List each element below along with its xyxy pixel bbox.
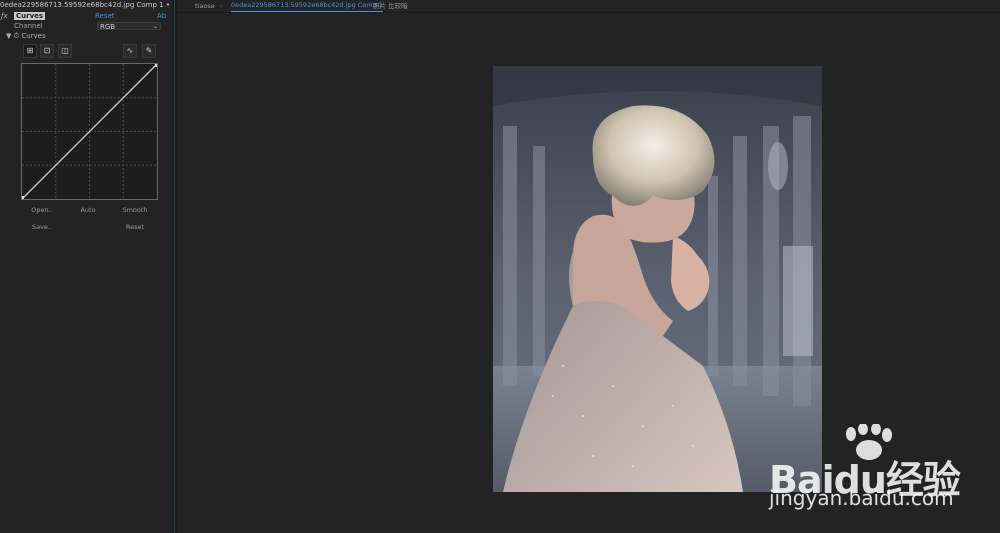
pencil-icon: ✎ [145, 46, 153, 55]
bezier-curve-icon: ∿ [126, 46, 134, 55]
panel-header: 0edea229586713.59592e68bc42d.jpg Comp 1 … [0, 0, 172, 10]
curves-graph[interactable] [21, 63, 158, 200]
effect-about-link[interactable]: Ab [157, 11, 166, 21]
stopwatch-icon[interactable]: ⏱ [14, 32, 19, 40]
panel-header-title: 0edea229586713.59592e68bc42d.jpg Comp 1 … [0, 1, 172, 9]
pencil-tool-button[interactable]: ✎ [142, 44, 156, 58]
grid-size-large-button[interactable]: ◫ [58, 44, 72, 58]
channel-value: RGB [100, 23, 116, 31]
fx-icon[interactable]: ƒx [1, 11, 8, 21]
tab-photo-dark[interactable]: 照片 比较暗 [373, 0, 408, 12]
curve-endpoint-bottom[interactable] [22, 196, 24, 199]
watermark-url: jingyan.baidu.com [769, 486, 954, 510]
grid-large-icon: ◫ [61, 46, 69, 55]
grid-size-medium-button[interactable]: ⊡ [40, 44, 54, 58]
panel-divider-accent [174, 0, 175, 533]
reset-button[interactable]: Reset [115, 222, 155, 233]
chevron-down-icon: ⌄ [152, 23, 158, 30]
channel-label: Channel [14, 22, 43, 30]
curve-tool-button[interactable]: ∿ [123, 44, 137, 58]
curves-property-label: Curves [21, 32, 46, 40]
tab-comp-1[interactable]: 0edea229586713.59592e68bc42d.jpg Comp 1 [231, 0, 383, 12]
chevron-left-icon[interactable]: ‹ [364, 0, 367, 12]
baidu-watermark: Baidu经验 jingyan.baidu.com [769, 424, 989, 514]
grid-medium-icon: ⊡ [43, 46, 51, 55]
effect-name[interactable]: Curves [14, 12, 46, 20]
save-button[interactable]: Save.. [22, 222, 62, 233]
grid-size-small-button[interactable]: ⊞ [23, 44, 37, 58]
disclosure-triangle-icon[interactable]: ▼ [6, 32, 11, 40]
effect-row[interactable]: ƒx Curves Reset Ab [0, 11, 172, 21]
curves-property-row[interactable]: ▼ ⏱ Curves [6, 31, 106, 41]
curve-endpoint-top[interactable] [155, 64, 157, 67]
effect-controls-panel: 0edea229586713.59592e68bc42d.jpg Comp 1 … [0, 0, 172, 533]
chevron-left-icon[interactable]: ‹ [220, 0, 223, 12]
channel-row: Channel RGB ⌄ [0, 21, 172, 31]
grid-small-icon: ⊞ [26, 46, 34, 55]
composition-tab-bar: tiaose ‹ 0edea229586713.59592e68bc42d.jp… [177, 0, 1000, 13]
smooth-button[interactable]: Smooth [115, 205, 155, 216]
effect-reset-link[interactable]: Reset [95, 11, 115, 21]
auto-button[interactable]: Auto [68, 205, 108, 216]
tab-tiaose[interactable]: tiaose [195, 0, 215, 12]
curves-graph-svg[interactable] [22, 64, 157, 199]
channel-select[interactable]: RGB ⌄ [97, 22, 161, 31]
open-button[interactable]: Open.. [22, 205, 62, 216]
